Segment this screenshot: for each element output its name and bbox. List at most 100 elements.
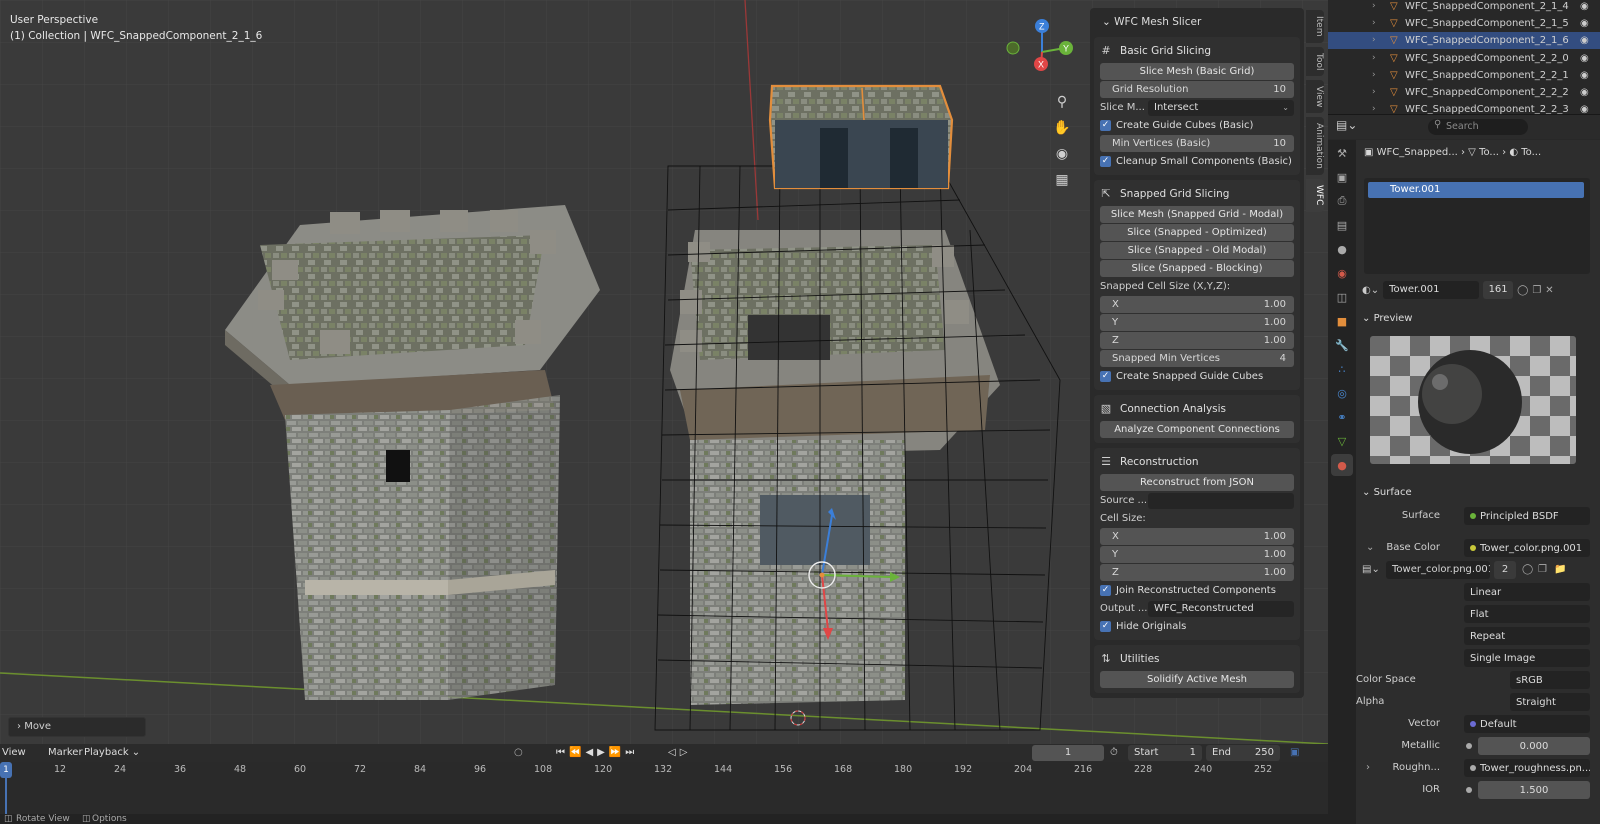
material-slot-list[interactable]: Tower.001: [1364, 178, 1590, 274]
material-name-field[interactable]: Tower.001: [1383, 281, 1480, 299]
playhead[interactable]: 1: [0, 762, 12, 778]
zoom-icon[interactable]: ⚲: [1050, 90, 1074, 114]
outliner-item[interactable]: › ▽ WFC_SnappedComponent_2_1_6 ◉: [1328, 32, 1600, 50]
current-frame-field[interactable]: 1: [1032, 745, 1104, 761]
end-frame-field[interactable]: End 250: [1206, 745, 1280, 761]
basic-grid-header[interactable]: # Basic Grid Slicing: [1100, 40, 1294, 62]
outliner-item[interactable]: › ▽ WFC_SnappedComponent_2_1_5 ◉: [1328, 15, 1600, 32]
tab-animation[interactable]: Animation: [1306, 117, 1324, 176]
interpolation-dropdown[interactable]: Linear: [1464, 583, 1590, 601]
expand-chevron-icon[interactable]: ›: [1372, 50, 1376, 67]
panel-header[interactable]: ⌄ WFC Mesh Slicer: [1094, 12, 1300, 32]
base-color-field[interactable]: Tower_color.png.001: [1464, 539, 1590, 557]
keyframe-jump-icons[interactable]: ◁▷: [668, 745, 691, 761]
tab-tool[interactable]: Tool: [1306, 46, 1324, 76]
physics-tab-icon[interactable]: ◎: [1331, 382, 1353, 404]
metallic-field[interactable]: 0.000: [1478, 737, 1590, 755]
slice-snapped-blocking-button[interactable]: Slice (Snapped - Blocking): [1100, 260, 1294, 277]
render-tab-icon[interactable]: ▣: [1331, 166, 1353, 188]
expand-icon[interactable]: ⌄: [1366, 538, 1374, 558]
slice-snapped-old-modal-button[interactable]: Slice (Snapped - Old Modal): [1100, 242, 1294, 259]
output-field[interactable]: WFC_Reconstructed: [1148, 600, 1294, 617]
surface-shader-field[interactable]: Principled BSDF: [1464, 507, 1590, 525]
roughness-field[interactable]: Tower_roughness.pn...: [1464, 759, 1590, 777]
material-slot-empty[interactable]: [1368, 198, 1584, 214]
slice-snapped-modal-button[interactable]: Slice Mesh (Snapped Grid - Modal): [1100, 206, 1294, 223]
editor-type-icon[interactable]: ▤⌄: [1336, 118, 1357, 132]
expand-icon[interactable]: ›: [1366, 758, 1370, 778]
collection-tab-icon[interactable]: ◫: [1331, 286, 1353, 308]
object-tab-icon[interactable]: ■: [1331, 310, 1353, 332]
ior-field[interactable]: 1.500: [1478, 781, 1590, 799]
fake-user-icon[interactable]: ◯: [1522, 560, 1533, 580]
grid-resolution-field[interactable]: Grid Resolution 10: [1100, 81, 1294, 98]
slice-snapped-optimized-button[interactable]: Slice (Snapped - Optimized): [1100, 224, 1294, 241]
fake-user-icon[interactable]: ◯: [1517, 285, 1528, 296]
snapped-z-field[interactable]: Z 1.00: [1100, 332, 1294, 349]
image-browse-icon[interactable]: ▤⌄: [1362, 560, 1380, 580]
eye-icon[interactable]: ◉: [1580, 67, 1589, 84]
outliner[interactable]: › ▽ WFC_SnappedComponent_2_1_4 ◉ › ▽ WFC_Snapp…: [1328, 0, 1600, 115]
eye-icon[interactable]: ◉: [1580, 15, 1589, 32]
mesh-data-tab-icon[interactable]: ▽: [1331, 430, 1353, 452]
timeline-area[interactable]: 1 12 24 36 48 60 72 84 96 108 120 132 144 156 168 180 1…: [0, 762, 1328, 814]
create-snapped-guide-checkbox[interactable]: ✓ Create Snapped Guide Cubes: [1100, 368, 1294, 385]
marker-menu[interactable]: Marker: [48, 745, 83, 761]
expand-chevron-icon[interactable]: ›: [1372, 84, 1376, 101]
utilities-header[interactable]: ⇅ Utilities: [1100, 648, 1294, 670]
grid-perspective-icon[interactable]: ▦: [1050, 168, 1074, 192]
material-slot[interactable]: Tower.001: [1368, 182, 1584, 198]
analyze-connections-button[interactable]: Analyze Component Connections: [1100, 421, 1294, 438]
recon-x-field[interactable]: X 1.00: [1100, 528, 1294, 545]
duplicate-icon[interactable]: ❐: [1538, 560, 1547, 580]
color-space-dropdown[interactable]: sRGB: [1510, 671, 1590, 689]
min-vertices-field[interactable]: Min Vertices (Basic) 10: [1100, 135, 1294, 152]
neg-y-axis-ball[interactable]: [1006, 41, 1020, 55]
duplicate-icon[interactable]: ❐: [1532, 285, 1541, 296]
material-tab-icon[interactable]: ●: [1331, 454, 1353, 476]
particles-tab-icon[interactable]: ∴: [1331, 358, 1353, 380]
eye-icon[interactable]: ◉: [1580, 101, 1589, 114]
output-tab-icon[interactable]: ⎙: [1331, 190, 1353, 212]
scene-tab-icon[interactable]: ●: [1331, 238, 1353, 260]
outliner-item[interactable]: › ▽ WFC_SnappedComponent_2_2_3 ◉: [1328, 101, 1600, 114]
eye-icon[interactable]: ◉: [1580, 32, 1589, 49]
snapped-x-field[interactable]: X 1.00: [1100, 296, 1294, 313]
material-users-count[interactable]: 161: [1483, 281, 1514, 299]
reconstruction-header[interactable]: ☰ Reconstruction: [1100, 451, 1294, 473]
expand-chevron-icon[interactable]: ›: [1372, 0, 1376, 15]
cleanup-components-checkbox[interactable]: ✓ Cleanup Small Components (Basic): [1100, 153, 1294, 170]
snapped-min-vertices-field[interactable]: Snapped Min Vertices 4: [1100, 350, 1294, 367]
reconstruct-json-button[interactable]: Reconstruct from JSON: [1100, 474, 1294, 491]
alpha-dropdown[interactable]: Straight: [1510, 693, 1590, 711]
recon-y-field[interactable]: Y 1.00: [1100, 546, 1294, 563]
source-dropdown[interactable]: Single Image: [1464, 649, 1590, 667]
camera-icon[interactable]: ◉: [1050, 142, 1074, 166]
start-frame-field[interactable]: Start 1: [1128, 745, 1202, 761]
slice-mode-dropdown[interactable]: Intersect ⌄: [1148, 99, 1294, 116]
projection-dropdown[interactable]: Flat: [1464, 605, 1590, 623]
snapped-y-field[interactable]: Y 1.00: [1100, 314, 1294, 331]
auto-key-icon[interactable]: ▣: [1290, 745, 1299, 761]
navigation-gizmo[interactable]: Z Y X: [1005, 14, 1085, 94]
create-guide-cubes-checkbox[interactable]: ✓ Create Guide Cubes (Basic): [1100, 117, 1294, 134]
world-tab-icon[interactable]: ◉: [1331, 262, 1353, 284]
eye-icon[interactable]: ◉: [1580, 0, 1589, 15]
recon-z-field[interactable]: Z 1.00: [1100, 564, 1294, 581]
3d-viewport[interactable]: User Perspective (1) Collection | WFC_Sn…: [0, 0, 1328, 744]
search-input[interactable]: Search: [1428, 119, 1528, 135]
snapped-grid-header[interactable]: ⇱ Snapped Grid Slicing: [1100, 183, 1294, 205]
expand-chevron-icon[interactable]: ›: [1372, 101, 1376, 114]
modifier-tab-icon[interactable]: 🔧: [1331, 334, 1353, 356]
image-name-field[interactable]: Tower_color.png.001: [1386, 561, 1490, 579]
stopwatch-icon[interactable]: ⏱: [1110, 745, 1118, 761]
folder-icon[interactable]: 📁: [1554, 560, 1566, 580]
outliner-item[interactable]: › ▽ WFC_SnappedComponent_2_2_2 ◉: [1328, 84, 1600, 101]
pan-hand-icon[interactable]: ✋: [1050, 116, 1074, 140]
outliner-item[interactable]: › ▽ WFC_SnappedComponent_2_2_1 ◉: [1328, 67, 1600, 84]
expand-chevron-icon[interactable]: ›: [1372, 32, 1376, 49]
constraints-tab-icon[interactable]: ⚭: [1331, 406, 1353, 428]
connection-header[interactable]: ▧ Connection Analysis: [1100, 398, 1294, 420]
source-field[interactable]: [1148, 492, 1294, 509]
view-layer-tab-icon[interactable]: ▤: [1331, 214, 1353, 236]
